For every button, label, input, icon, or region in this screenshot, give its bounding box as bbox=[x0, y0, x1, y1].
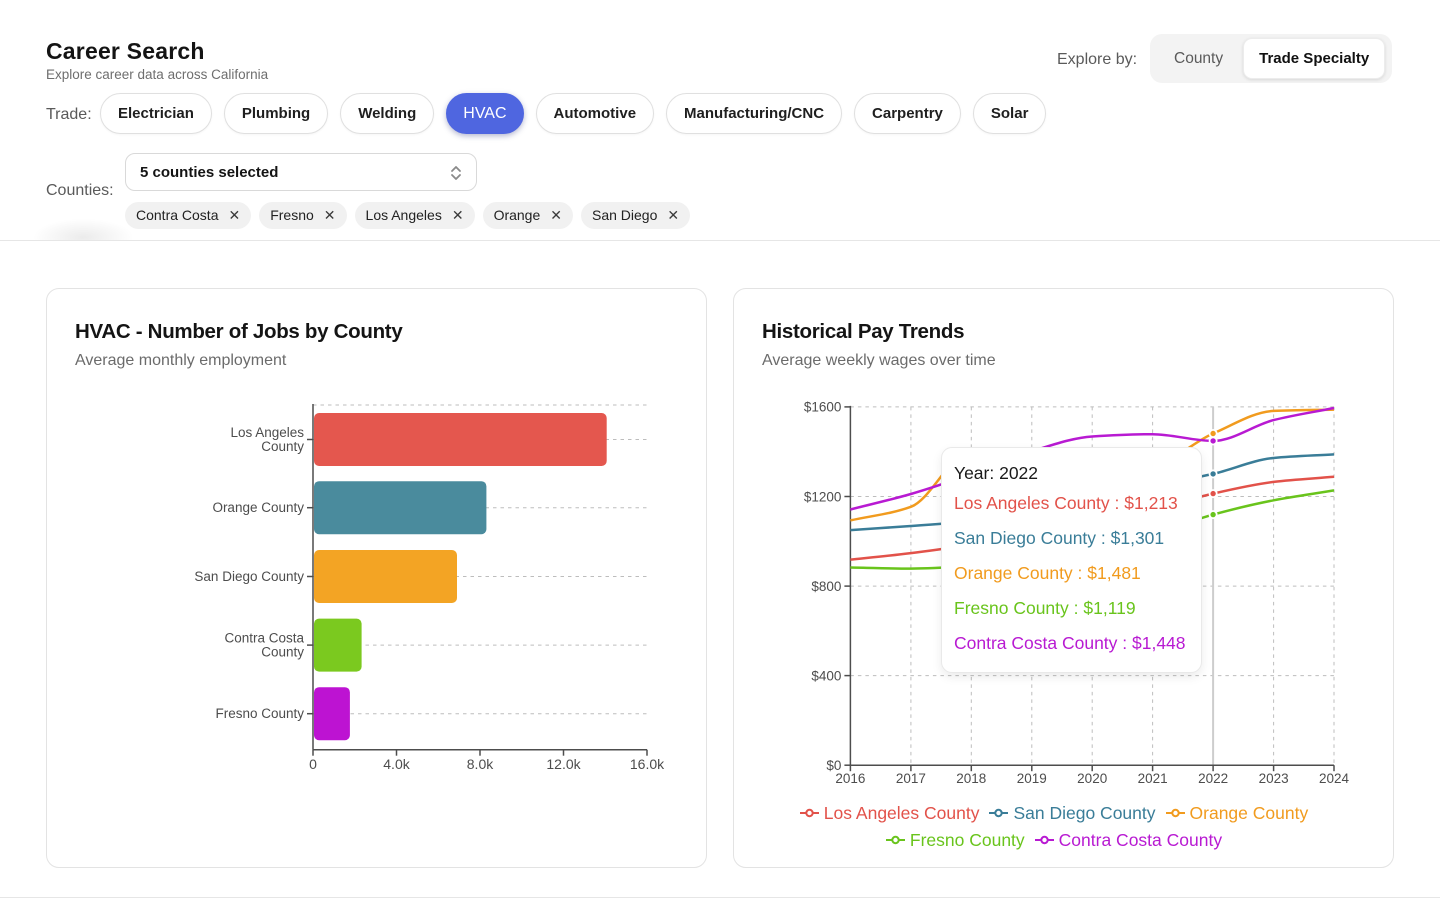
svg-text:$1200: $1200 bbox=[804, 489, 842, 504]
svg-text:$800: $800 bbox=[811, 579, 841, 594]
svg-text:Contra Costa: Contra Costa bbox=[224, 631, 304, 646]
svg-text:2017: 2017 bbox=[896, 771, 926, 786]
svg-text:2016: 2016 bbox=[835, 771, 865, 786]
svg-text:2024: 2024 bbox=[1319, 771, 1350, 786]
svg-text:2019: 2019 bbox=[1017, 771, 1047, 786]
svg-text:2018: 2018 bbox=[956, 771, 986, 786]
svg-text:2020: 2020 bbox=[1077, 771, 1107, 786]
svg-text:0: 0 bbox=[309, 756, 317, 772]
svg-text:Fresno County: Fresno County bbox=[215, 706, 304, 721]
svg-text:Los Angeles: Los Angeles bbox=[230, 425, 304, 440]
svg-text:4.0k: 4.0k bbox=[383, 756, 410, 772]
svg-text:$400: $400 bbox=[811, 668, 841, 683]
svg-text:2023: 2023 bbox=[1259, 771, 1289, 786]
svg-text:2021: 2021 bbox=[1138, 771, 1168, 786]
svg-text:12.0k: 12.0k bbox=[546, 756, 581, 772]
svg-text:$1600: $1600 bbox=[804, 400, 842, 415]
svg-text:2022: 2022 bbox=[1198, 771, 1228, 786]
svg-text:County: County bbox=[261, 439, 304, 454]
svg-text:County: County bbox=[261, 645, 304, 660]
svg-text:Orange County: Orange County bbox=[212, 500, 304, 515]
svg-text:16.0k: 16.0k bbox=[630, 756, 665, 772]
svg-text:San Diego County: San Diego County bbox=[194, 569, 304, 584]
svg-text:8.0k: 8.0k bbox=[467, 756, 494, 772]
